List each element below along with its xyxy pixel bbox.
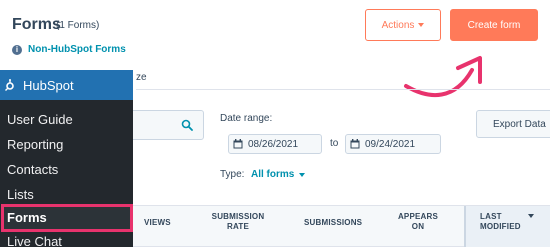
sidebar-item-forms[interactable]: Forms [7,210,47,225]
divider [136,89,550,90]
type-dropdown[interactable]: All forms [251,169,306,180]
export-data-label: Export Data [493,118,546,130]
type-label: Type: [220,169,245,180]
sidebar-item-reporting[interactable]: Reporting [7,137,63,152]
caret-down-icon [418,23,425,27]
actions-button[interactable]: Actions [365,9,441,41]
create-form-button[interactable]: Create form [450,9,538,41]
date-from-field[interactable]: 08/26/2021 [228,134,322,154]
date-to-field[interactable]: 09/24/2021 [345,134,441,154]
non-hubspot-forms-link[interactable]: i Non-HubSpot Forms [12,44,126,55]
column-last-modified[interactable]: LAST MODIFIED [480,212,530,232]
sidebar-item-live-chat[interactable]: Live Chat [7,234,62,247]
calendar-icon [350,139,360,149]
type-value: All forms [251,169,295,180]
table-header: VIEWS SUBMISSION RATE SUBMISSIONS APPEAR… [120,205,550,247]
column-submissions[interactable]: SUBMISSIONS [304,218,362,228]
hubspot-sprocket-icon [5,79,14,91]
column-views[interactable]: VIEWS [144,218,171,228]
actions-label: Actions [381,19,415,31]
wp-admin-sidebar: HubSpot User Guide Reporting Contacts Li… [0,70,133,247]
to-label: to [330,138,339,149]
export-data-button[interactable]: Export Data [476,110,550,138]
sidebar-item-contacts[interactable]: Contacts [7,162,58,177]
non-hubspot-forms-label[interactable]: Non-HubSpot Forms [28,44,126,55]
date-from-value: 08/26/2021 [248,138,299,150]
date-range-label: Date range: [220,113,273,124]
partial-tab-label: ze [136,72,147,83]
search-icon [181,119,193,131]
create-form-label: Create form [467,19,521,31]
sort-caret-icon[interactable] [528,214,534,218]
forms-count: (1 Forms) [56,20,100,31]
info-icon: i [12,44,22,55]
column-appears-on[interactable]: APPEARS ON [396,212,440,232]
sidebar-item-user-guide[interactable]: User Guide [7,112,73,127]
sidebar-brand-label: HubSpot [23,77,74,93]
sidebar-item-lists[interactable]: Lists [7,187,34,202]
page-title: Forms [12,16,61,33]
arrow-annotation [404,56,482,98]
column-submission-rate[interactable]: SUBMISSION RATE [210,212,266,232]
caret-down-icon [299,172,306,177]
calendar-icon [233,139,243,149]
date-to-value: 09/24/2021 [365,138,416,150]
sidebar-item-hubspot[interactable]: HubSpot [0,70,133,100]
